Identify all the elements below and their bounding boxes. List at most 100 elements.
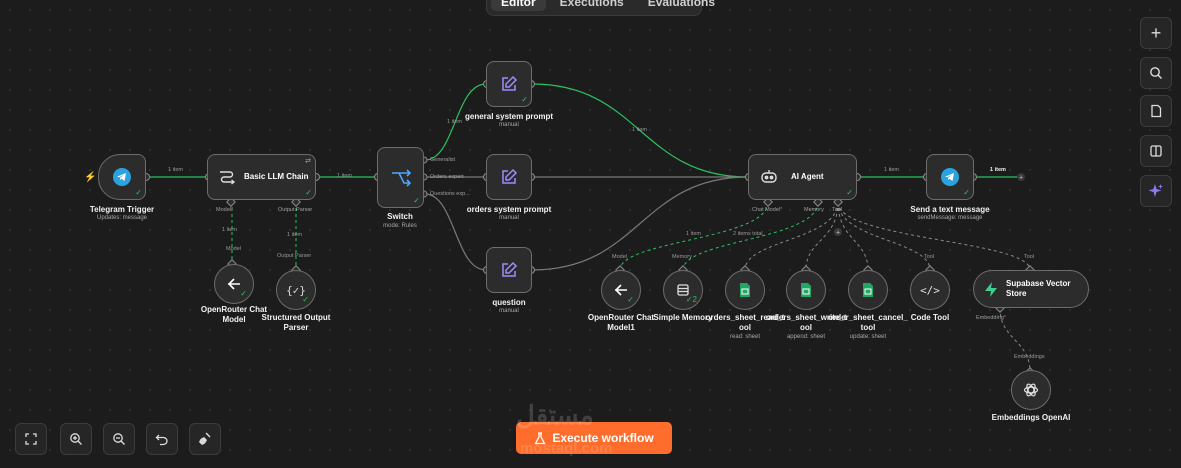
- ai-agent-node[interactable]: AI Agent ✓: [748, 154, 857, 200]
- conn-model-label: Model: [612, 254, 627, 260]
- orders-sheet-read-tool-node[interactable]: [725, 270, 765, 310]
- llm-parser-port-label: Output Parser: [278, 207, 313, 213]
- basic-llm-chain-node[interactable]: Basic LLM Chain ⇄ ✓: [207, 154, 316, 200]
- switch-subtitle: mode: Rules: [383, 223, 417, 229]
- embeddings-openai-title: Embeddings OpenAI: [991, 413, 1071, 422]
- tidy-up-button[interactable]: [189, 423, 221, 455]
- openrouter-chat-model-node[interactable]: ✓: [214, 264, 254, 304]
- success-check-icon: ✓: [240, 289, 247, 298]
- add-node-button[interactable]: +: [1140, 17, 1172, 49]
- sticky-note-icon: [1151, 104, 1162, 118]
- question-title: question: [492, 298, 526, 307]
- chain-icon: [220, 171, 236, 185]
- edit-icon: [502, 168, 518, 184]
- success-check-icon: ✓: [521, 95, 528, 104]
- success-check-icon: ✓: [846, 188, 853, 197]
- ai-assistant-button[interactable]: [1140, 175, 1172, 207]
- link-icon: ⇄: [305, 158, 311, 165]
- ai-agent-title: AI Agent: [791, 172, 824, 181]
- telegram-trigger-node[interactable]: ✓: [98, 154, 146, 200]
- toggle-panel-button[interactable]: [1140, 135, 1172, 167]
- conn-label: 1 item: [632, 127, 647, 133]
- conn-label: 1 item: [686, 231, 701, 237]
- conn-output-label: 1 item: [990, 167, 1006, 173]
- switch-title: Switch: [387, 212, 413, 221]
- panel-icon: [1150, 145, 1162, 157]
- success-check-icon: ✓: [135, 188, 142, 197]
- order-sheet-cancel-tool-subtitle: update: sheet: [849, 334, 887, 340]
- tab-evaluations[interactable]: Evaluations: [638, 0, 725, 11]
- embeddings-openai-node[interactable]: [1011, 370, 1051, 410]
- trigger-bolt-icon: ⚡: [84, 172, 97, 183]
- supabase-vector-store-title: Supabase Vector Store: [1006, 279, 1071, 298]
- code-tool-node[interactable]: </>: [910, 270, 950, 310]
- undo-icon: [155, 434, 168, 446]
- undo-button[interactable]: [146, 423, 178, 455]
- zoom-out-button[interactable]: [103, 423, 135, 455]
- conn-label: 1 item: [168, 167, 183, 173]
- supabase-embedding-port-label: Embedding*: [976, 315, 1006, 321]
- add-sticky-note-button[interactable]: [1140, 95, 1172, 127]
- conn-label: 1 item: [884, 167, 899, 173]
- conn-memory-label: Memory: [672, 254, 692, 260]
- question-node[interactable]: [486, 247, 532, 293]
- switch-icon: [391, 168, 411, 187]
- general-system-prompt-title: general system prompt: [464, 112, 554, 121]
- conn-tool-label: Tool: [924, 254, 935, 260]
- tab-editor[interactable]: Editor: [491, 0, 546, 11]
- simple-memory-node[interactable]: ✓2: [663, 270, 703, 310]
- basic-llm-chain-title: Basic LLM Chain: [244, 172, 309, 181]
- conn-label: 1 item: [337, 173, 352, 179]
- conn-label: 1 item: [222, 227, 237, 233]
- zoom-in-button[interactable]: [60, 423, 92, 455]
- orders-system-prompt-subtitle: manual: [499, 215, 519, 221]
- llm-model-port-label: Model*: [216, 207, 234, 213]
- openrouter-chat-model1-node[interactable]: ✓: [601, 270, 641, 310]
- code-tool-title: Code Tool: [910, 313, 950, 322]
- wire-question-to-agent: [531, 176, 749, 271]
- watermark-latin: mostaql.com: [520, 440, 613, 457]
- clean-up-icon: [199, 432, 211, 445]
- supabase-icon: [985, 281, 997, 297]
- structured-output-parser-title: Structured Output Parser: [261, 313, 331, 332]
- send-text-message-node[interactable]: ✓: [926, 154, 974, 200]
- switch-output-questions: Questions exp...: [430, 191, 470, 197]
- tab-executions[interactable]: Executions: [550, 0, 634, 11]
- sparkle-icon: [1148, 184, 1163, 197]
- order-sheet-cancel-tool-node[interactable]: [848, 270, 888, 310]
- fit-view-icon: [25, 433, 37, 445]
- telegram-trigger-title: Telegram Trigger: [89, 205, 155, 214]
- conn-tool-label: Tool: [1024, 254, 1035, 260]
- supabase-vector-store-node[interactable]: Supabase Vector Store: [973, 270, 1089, 308]
- conn-output-parser-label: Output Parser: [277, 253, 312, 259]
- zoom-out-icon: [113, 433, 125, 445]
- conn-label: 1 item: [287, 232, 302, 238]
- code-icon: </>: [920, 283, 940, 297]
- conn-embeddings-label: Embeddings: [1014, 354, 1045, 360]
- fit-view-button[interactable]: [15, 423, 47, 455]
- structured-output-parser-node[interactable]: {✓} ✓: [276, 270, 316, 310]
- switch-output-generalist: Generalist: [430, 157, 456, 163]
- zoom-in-icon: [70, 433, 82, 445]
- send-text-message-title: Send a text message: [910, 205, 990, 214]
- memory-count-badge: ✓2: [685, 295, 697, 304]
- svg-text:+: +: [1019, 175, 1023, 182]
- send-text-message-subtitle: sendMessage: message: [917, 215, 983, 221]
- edit-icon: [502, 75, 518, 91]
- search-nodes-button[interactable]: [1140, 57, 1172, 89]
- plus-icon: +: [1150, 23, 1162, 43]
- view-tabs: Editor Executions Evaluations: [486, 0, 715, 16]
- connections-layer: + +: [142, 80, 1035, 377]
- orders-sheet-write-tool-node[interactable]: [786, 270, 826, 310]
- general-system-prompt-node[interactable]: ✓: [486, 61, 532, 107]
- conn-label: 1 item: [447, 119, 462, 125]
- conn-label: 2 items total: [733, 231, 763, 237]
- success-check-icon: ✓: [413, 196, 420, 205]
- conn-model-label: Model: [226, 246, 241, 252]
- google-sheets-icon: [801, 283, 811, 297]
- google-sheets-icon: [740, 283, 750, 297]
- search-icon: [1150, 67, 1162, 79]
- orders-system-prompt-node[interactable]: [486, 154, 532, 200]
- switch-node[interactable]: ✓: [377, 147, 424, 208]
- success-check-icon: ✓: [627, 295, 634, 304]
